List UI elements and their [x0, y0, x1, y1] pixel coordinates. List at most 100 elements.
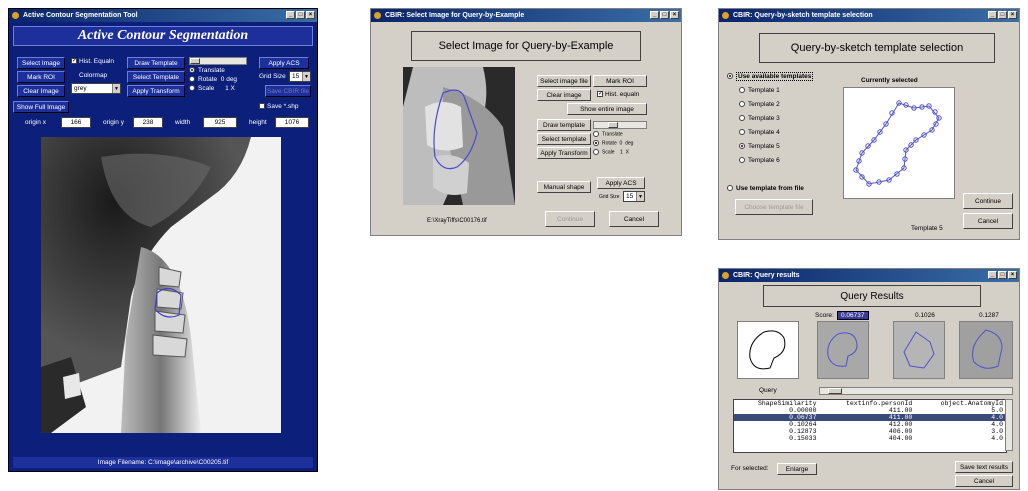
qbe-draw-template-button[interactable]: Draw template	[537, 119, 591, 131]
transform-slider[interactable]	[189, 57, 247, 65]
qbe-xray-image[interactable]	[403, 67, 515, 205]
template-option-label: Template 4	[748, 129, 780, 136]
use-template-from-file-radio[interactable]: Use template from file	[727, 185, 804, 192]
qbe-cancel-button[interactable]: Cancel	[609, 211, 659, 227]
maximize-icon[interactable]: □	[998, 11, 1007, 19]
result-thumb-2[interactable]	[893, 321, 945, 379]
minimize-icon[interactable]: _	[286, 11, 295, 19]
qbe-titlebar[interactable]: CBIR: Select Image for Query-by-Example …	[371, 9, 681, 22]
qbe-apply-transform-button[interactable]: Apply Transform	[537, 147, 591, 159]
result-thumb-1[interactable]	[817, 321, 869, 379]
template-caption: Template 5	[911, 225, 943, 232]
show-full-image-button[interactable]: Show Full Image	[13, 101, 69, 113]
score-2: 0.1026	[915, 312, 935, 319]
close-icon[interactable]: ×	[670, 11, 679, 19]
close-icon[interactable]: ×	[1008, 11, 1017, 19]
column-header[interactable]: object.AnatomyId	[915, 400, 1006, 407]
qbe-mark-roi-button[interactable]: Mark ROI	[593, 75, 647, 87]
template-option-6[interactable]: Template 6	[739, 157, 780, 171]
apply-transform-button[interactable]: Apply Transform	[127, 85, 185, 97]
manual-shape-button[interactable]: Manual shape	[537, 181, 591, 193]
qbe-radio-scale[interactable]: Scale 1 X	[593, 149, 629, 155]
acs-titlebar[interactable]: Active Contour Segmentation Tool _ □ ×	[9, 9, 317, 22]
results-titlebar[interactable]: CBIR: Query results _ □ ×	[719, 269, 1019, 282]
table-row[interactable]: 0.10264 412.00 4.0	[734, 421, 1006, 428]
column-header[interactable]: textinfo.personId	[819, 400, 915, 407]
sketch-window-title: CBIR: Query-by-sketch template selection	[733, 12, 873, 19]
chevron-down-icon: ▼	[636, 192, 644, 201]
result-thumb-3[interactable]	[959, 321, 1013, 379]
qbe-clear-image-button[interactable]: Clear image	[537, 89, 591, 101]
template-option-2[interactable]: Template 2	[739, 101, 780, 115]
query-shape-thumb[interactable]	[737, 321, 799, 379]
template-option-label: Template 5	[748, 143, 780, 150]
qbe-transform-slider[interactable]	[593, 121, 647, 129]
select-image-button[interactable]: Select Image	[17, 57, 65, 69]
hist-equaln-label: Hist. Equaln	[79, 58, 115, 65]
xray-image[interactable]	[41, 137, 281, 433]
select-image-file-button[interactable]: Select image file	[537, 75, 591, 87]
table-row[interactable]: 0.06737 411.00 4.0	[734, 414, 1006, 421]
qbe-select-template-button[interactable]: Select template	[537, 133, 591, 145]
height-field[interactable]: 1076	[275, 117, 309, 128]
table-row[interactable]: 0.12873 406.00 3.0	[734, 428, 1006, 435]
mark-roi-button[interactable]: Mark ROI	[17, 71, 65, 83]
qbe-hist-equaln-checkbox[interactable]: ✓ Hist. equaln	[597, 91, 639, 98]
close-icon[interactable]: ×	[1008, 271, 1017, 279]
qbe-continue-button[interactable]: Continue	[545, 211, 595, 227]
maximize-icon[interactable]: □	[296, 11, 305, 19]
colormap-select[interactable]: grey ▼	[71, 83, 121, 94]
results-table-scrollbar[interactable]	[1005, 399, 1013, 451]
radio-scale[interactable]: Scale 1 X	[189, 85, 235, 92]
origin-x-field[interactable]: 166	[61, 117, 91, 128]
minimize-icon[interactable]: _	[988, 11, 997, 19]
minimize-icon[interactable]: _	[988, 271, 997, 279]
qbe-grid-size-label: Grid Size	[599, 194, 620, 200]
use-available-templates-radio[interactable]: Use available templates	[727, 72, 814, 81]
origin-y-field[interactable]: 238	[133, 117, 163, 128]
clear-image-button[interactable]: Clear Image	[17, 85, 65, 97]
save-text-results-button[interactable]: Save text results	[955, 461, 1013, 473]
translate-label: Translate	[198, 67, 225, 74]
maximize-icon[interactable]: □	[998, 271, 1007, 279]
column-header[interactable]: ShapeSimilarity	[734, 400, 819, 407]
radio-rotate[interactable]: Rotate 0 deg	[189, 76, 237, 83]
template-option-1[interactable]: Template 1	[739, 87, 780, 101]
save-shp-checkbox[interactable]: Save *.shp	[259, 103, 298, 110]
qbe-apply-acs-button[interactable]: Apply ACS	[597, 177, 645, 189]
show-entire-image-button[interactable]: Show entire image	[567, 103, 647, 115]
width-field[interactable]: 925	[203, 117, 237, 128]
choose-template-file-button[interactable]: Choose template file	[735, 199, 813, 215]
qbe-radio-rotate[interactable]: Rotate 0 deg	[593, 140, 633, 146]
template-option-3[interactable]: Template 3	[739, 115, 780, 129]
close-icon[interactable]: ×	[306, 11, 315, 19]
results-slider[interactable]	[819, 387, 1013, 395]
qbe-grid-size-select[interactable]: 15 ▼	[623, 191, 645, 202]
qbe-header: Select Image for Query-by-Example	[411, 31, 641, 61]
height-label: height	[249, 119, 267, 126]
colormap-value: grey	[74, 85, 87, 92]
results-cancel-button[interactable]: Cancel	[955, 475, 1013, 487]
status-bar: Image Filename: C:\image\archive\C00205.…	[13, 457, 313, 468]
hist-equaln-checkbox[interactable]: ✓ Hist. Equaln	[71, 58, 114, 65]
rotate-label: Rotate	[602, 140, 617, 147]
enlarge-button[interactable]: Enlarge	[777, 463, 817, 475]
template-option-4[interactable]: Template 4	[739, 129, 780, 143]
apply-acs-button[interactable]: Apply ACS	[259, 57, 309, 69]
minimize-icon[interactable]: _	[650, 11, 659, 19]
sketch-continue-button[interactable]: Continue	[963, 193, 1013, 209]
draw-template-button[interactable]: Draw Template	[127, 57, 185, 69]
select-template-button[interactable]: Select Template	[127, 71, 185, 83]
save-cbir-button[interactable]: Save CBIR file	[265, 85, 311, 97]
radio-off-icon	[739, 101, 745, 108]
template-option-label: Template 3	[748, 115, 780, 122]
template-option-5[interactable]: Template 5	[739, 143, 780, 157]
sketch-cancel-button[interactable]: Cancel	[963, 213, 1013, 229]
table-row[interactable]: 0.00000 411.00 5.0	[734, 407, 1006, 414]
qbe-radio-translate[interactable]: Translate	[593, 131, 623, 137]
maximize-icon[interactable]: □	[660, 11, 669, 19]
sketch-titlebar[interactable]: CBIR: Query-by-sketch template selection…	[719, 9, 1019, 22]
table-row[interactable]: 0.15033 404.00 4.0	[734, 435, 1006, 442]
radio-translate[interactable]: Translate	[189, 67, 225, 74]
grid-size-select[interactable]: 15 ▼	[289, 71, 311, 82]
